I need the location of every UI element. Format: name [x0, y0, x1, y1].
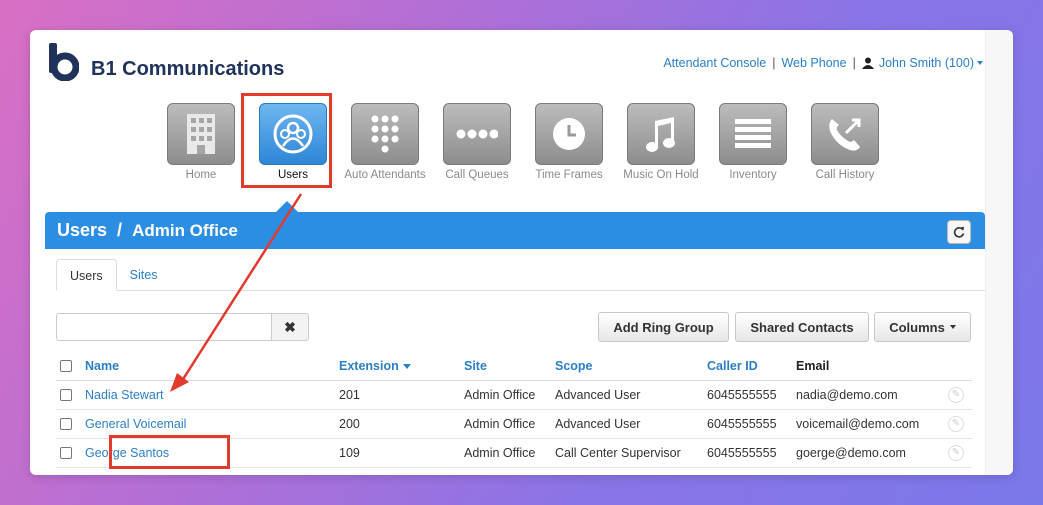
app-window: B1 Communications Attendant Console | We… — [30, 30, 1013, 475]
annotation-arrow — [170, 193, 303, 392]
